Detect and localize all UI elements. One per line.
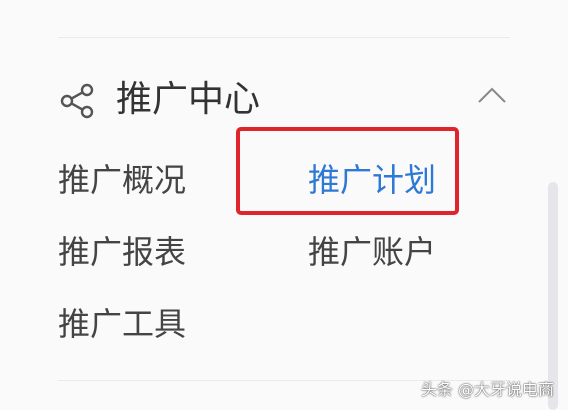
share-icon (60, 83, 94, 119)
chevron-up-icon[interactable] (476, 84, 508, 106)
menu-item-report[interactable]: 推广报表 (58, 232, 186, 272)
menu-item-account[interactable]: 推广账户 (308, 232, 436, 272)
section-title: 推广中心 (116, 79, 261, 120)
promotion-panel: 推广中心 推广概况 推广计划 推广报表 推广账户 推广工具 头条 @大牙说电商 (0, 0, 568, 410)
section-header-promotion-center[interactable]: 推广中心 (58, 70, 518, 130)
highlight-box (236, 127, 459, 215)
menu-item-tools[interactable]: 推广工具 (58, 304, 186, 344)
top-divider (58, 37, 510, 38)
menu-item-overview[interactable]: 推广概况 (58, 160, 186, 200)
watermark-text: 头条 @大牙说电商 (420, 380, 554, 399)
